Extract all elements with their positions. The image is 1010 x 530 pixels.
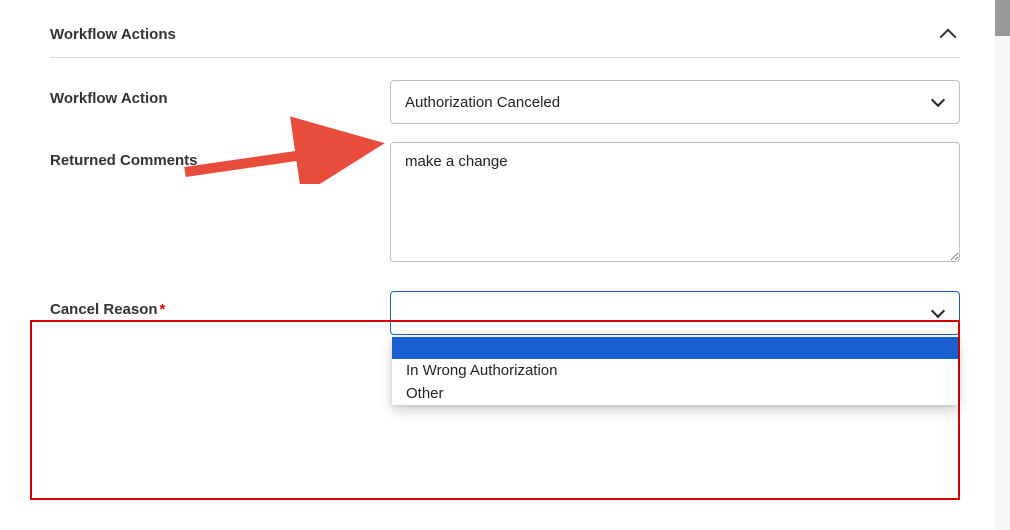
workflow-actions-panel: Workflow Actions Workflow Action Authori… [0, 0, 1010, 373]
scrollbar-track[interactable] [995, 0, 1010, 530]
dropdown-option-other[interactable]: Other [392, 382, 958, 405]
required-indicator: * [160, 301, 166, 318]
section-title: Workflow Actions [50, 26, 176, 43]
returned-comments-label: Returned Comments [50, 142, 390, 169]
cancel-reason-select[interactable] [390, 291, 960, 335]
cancel-reason-dropdown: In Wrong Authorization Other [392, 337, 958, 405]
chevron-down-icon [931, 304, 945, 318]
chevron-up-icon [940, 28, 957, 45]
returned-comments-textarea[interactable] [390, 142, 960, 262]
chevron-down-icon [931, 93, 945, 107]
cancel-reason-row: Cancel Reason* In Wrong Authorization Ot… [50, 291, 960, 335]
workflow-action-value: Authorization Canceled [405, 94, 560, 111]
returned-comments-control-wrap [390, 142, 960, 267]
workflow-action-label: Workflow Action [50, 80, 390, 107]
cancel-reason-label: Cancel Reason* [50, 291, 390, 318]
returned-comments-row: Returned Comments [50, 142, 960, 267]
dropdown-option-wrong-auth[interactable]: In Wrong Authorization [392, 359, 958, 382]
workflow-action-row: Workflow Action Authorization Canceled [50, 80, 960, 124]
scrollbar-thumb[interactable] [995, 0, 1010, 36]
workflow-action-select[interactable]: Authorization Canceled [390, 80, 960, 124]
dropdown-option-blank[interactable] [392, 337, 958, 359]
cancel-reason-control-wrap: In Wrong Authorization Other [390, 291, 960, 335]
cancel-reason-label-text: Cancel Reason [50, 301, 158, 318]
workflow-action-control-wrap: Authorization Canceled [390, 80, 960, 124]
section-header[interactable]: Workflow Actions [50, 20, 960, 58]
